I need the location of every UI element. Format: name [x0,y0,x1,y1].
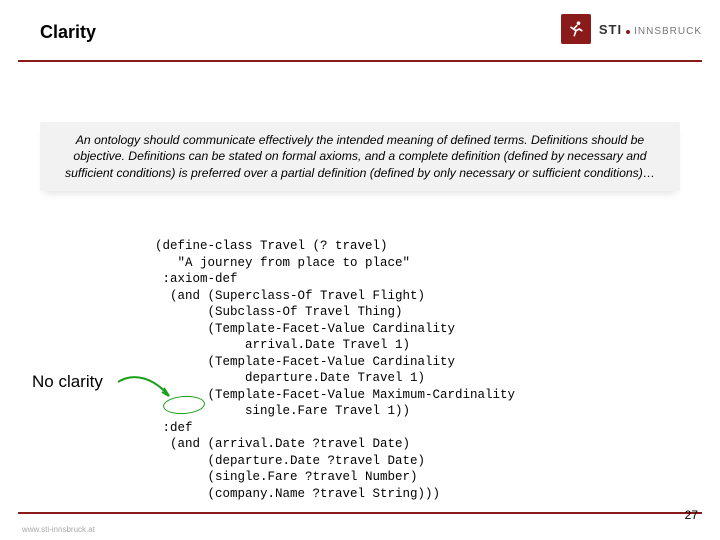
logo-dot-icon [626,30,630,34]
page-number: 27 [685,508,698,522]
logo-innsbruck: INNSBRUCK [634,26,702,37]
slide-title: Clarity [40,22,96,43]
header: Clarity STI INNSBRUCK [0,0,720,60]
code-block: (define-class Travel (? travel) "A journ… [155,238,515,502]
logo-text: STI INNSBRUCK [599,22,702,37]
logo: STI INNSBRUCK [561,14,702,44]
divider-top [18,60,702,62]
intro-text: An ontology should communicate effective… [40,122,680,191]
runner-icon [566,19,586,39]
logo-sti: STI [599,22,622,37]
divider-bottom [18,512,702,514]
footer-site: www.sti-innsbruck.at [22,525,95,534]
no-clarity-label: No clarity [32,372,103,392]
logo-mark-icon [561,14,591,44]
slide: Clarity STI INNSBRUCK An ontology should… [0,0,720,540]
